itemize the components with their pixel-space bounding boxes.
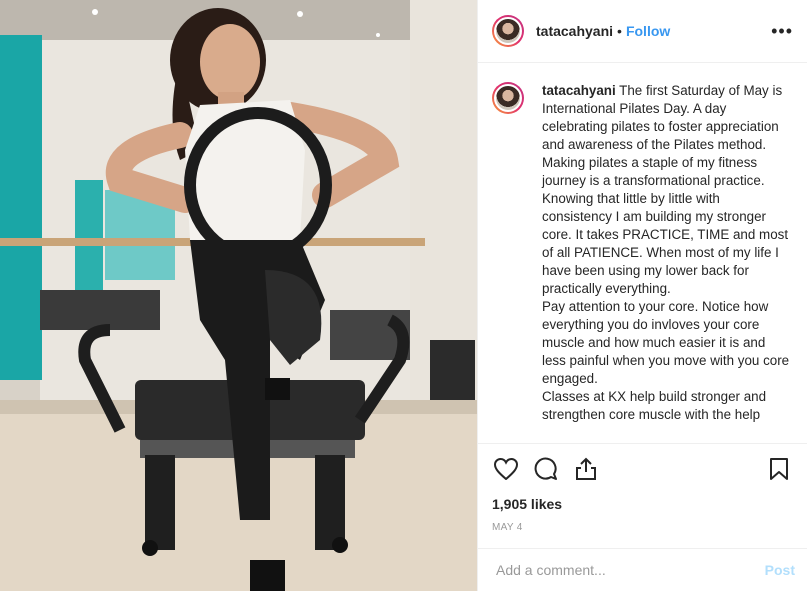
post-comment-button[interactable]: Post <box>765 562 795 578</box>
avatar[interactable] <box>492 15 524 47</box>
caption-area: tatacahyani The first Saturday of May is… <box>478 64 807 442</box>
caption-username-link[interactable]: tatacahyani <box>542 83 616 98</box>
avatar-image <box>494 17 522 45</box>
separator-dot: • <box>617 23 622 39</box>
post-photo[interactable] <box>0 0 477 591</box>
post-date[interactable]: MAY 4 <box>492 522 793 533</box>
post-actions: 1,905 likes MAY 4 <box>478 443 807 548</box>
caption-paragraph: Classes at KX help build stronger and st… <box>542 389 767 422</box>
share-icon[interactable] <box>572 455 600 483</box>
post-header: tatacahyani • Follow ••• <box>478 0 807 63</box>
action-icons <box>492 454 793 484</box>
caption-paragraph: Pay attention to your core. Notice how e… <box>542 299 790 386</box>
caption-avatar[interactable] <box>492 82 524 114</box>
pilates-photo-illustration <box>0 0 477 591</box>
bookmark-icon[interactable] <box>765 455 793 483</box>
instagram-post: tatacahyani • Follow ••• tatacahyani The… <box>0 0 807 591</box>
follow-button[interactable]: Follow <box>626 23 670 39</box>
caption-paragraph: Making pilates a staple of my fitness jo… <box>542 155 789 296</box>
more-options-icon[interactable]: ••• <box>771 22 793 40</box>
comment-bubble-icon[interactable] <box>532 455 560 483</box>
likes-count[interactable]: 1,905 likes <box>492 496 793 512</box>
avatar-image <box>494 84 522 112</box>
username-link[interactable]: tatacahyani <box>536 23 613 39</box>
comment-box: Post <box>478 548 807 591</box>
comment-input[interactable] <box>494 561 765 579</box>
caption-text: tatacahyani The first Saturday of May is… <box>542 82 792 442</box>
post-side-panel: tatacahyani • Follow ••• tatacahyani The… <box>477 0 807 591</box>
heart-icon[interactable] <box>492 455 520 483</box>
